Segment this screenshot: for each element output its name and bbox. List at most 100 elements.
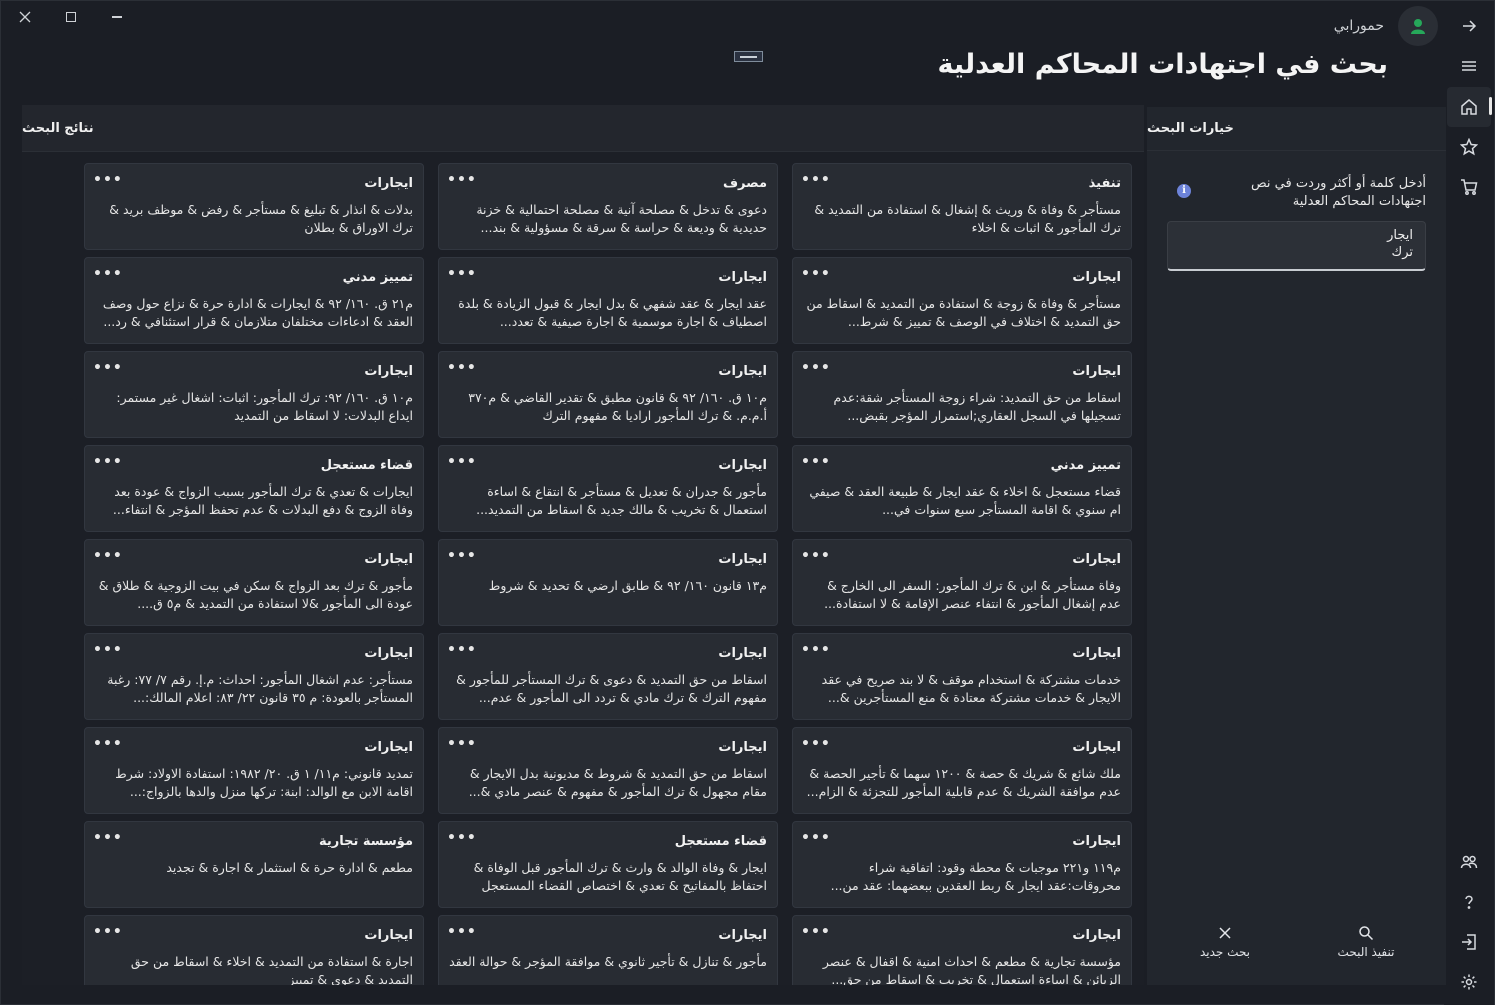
- result-card-summary: اجارة & استفادة من التمديد & اخلاء & اسق…: [130, 954, 413, 985]
- result-card[interactable]: ••• ايجارات م١٠ ق. ١٦٠/ ٩٢: ترك المأجور: ا…: [84, 351, 424, 438]
- cart-icon[interactable]: [1444, 167, 1494, 207]
- back-arrow-icon[interactable]: [1444, 6, 1494, 46]
- star-icon[interactable]: [1444, 127, 1494, 167]
- more-options-icon[interactable]: •••: [447, 924, 477, 940]
- more-options-icon[interactable]: •••: [93, 360, 123, 376]
- more-options-icon[interactable]: •••: [801, 642, 831, 658]
- result-card[interactable]: ••• قضاء مستعجل ايجار & وفاة الوالد & وارث…: [438, 821, 778, 908]
- search-help-text: أدخل كلمة أو أكثر وردت في نص اجتهادات ال…: [1250, 176, 1426, 209]
- home-icon[interactable]: [1447, 87, 1492, 127]
- close-icon[interactable]: [13, 7, 37, 27]
- result-card[interactable]: ••• ايجارات م١١٩ و٢٢١ موجبات & محطة وقود: …: [792, 821, 1132, 908]
- more-options-icon[interactable]: •••: [447, 266, 477, 282]
- result-card[interactable]: ••• ايجارات مأجور & تنازل & تأجير ثانوي & …: [438, 915, 778, 985]
- settings-icon[interactable]: [1444, 962, 1494, 1002]
- result-card[interactable]: ••• ايجارات مؤسسة تجارية & مطعم & احداث ام…: [792, 915, 1132, 985]
- execute-search-label: تنفيذ البحث: [1337, 945, 1395, 959]
- more-options-icon[interactable]: •••: [447, 642, 477, 658]
- result-card[interactable]: ••• ايجارات عقد ايجار & عقد شفهي & بدل ايج…: [438, 257, 778, 344]
- result-card-title: قضاء مستعجل: [674, 834, 767, 849]
- menu-icon[interactable]: [1444, 46, 1494, 86]
- result-card[interactable]: ••• ايجارات اسقاط من حق التمديد & دعوى & ت…: [438, 633, 778, 720]
- maximize-icon[interactable]: [59, 7, 83, 27]
- new-search-button[interactable]: بحث جديد: [1165, 925, 1285, 959]
- result-card[interactable]: ••• ايجارات اسقاط من حق التمديد: شراء زوجة…: [792, 351, 1132, 438]
- more-options-icon[interactable]: •••: [447, 172, 477, 188]
- result-card[interactable]: ••• ايجارات مستأجر & وفاة & زوجة & استفادة…: [792, 257, 1132, 344]
- result-card[interactable]: ••• ايجارات وفاة مستأجر & ابن & ترك المأجو…: [792, 539, 1132, 626]
- result-card-title: ايجارات: [364, 646, 413, 661]
- more-options-icon[interactable]: •••: [801, 360, 831, 376]
- more-options-icon[interactable]: •••: [801, 266, 831, 282]
- result-card[interactable]: ••• ايجارات اسقاط من حق التمديد & شروط & م…: [438, 727, 778, 814]
- more-options-icon[interactable]: •••: [93, 924, 123, 940]
- more-options-icon[interactable]: •••: [801, 924, 831, 940]
- result-card[interactable]: ••• ايجارات ملك شائع & شريك & حصة & ١٢٠٠ س…: [792, 727, 1132, 814]
- result-card[interactable]: ••• ايجارات م١٠ ق. ١٦٠/ ٩٢ & قانون مطبق & …: [438, 351, 778, 438]
- result-card-title: ايجارات: [718, 270, 767, 285]
- result-card-summary: عقد ايجار & عقد شفهي & بدل ايجار & قبول …: [458, 296, 767, 329]
- result-card-summary: اسقاط من حق التمديد: شراء زوجة المستأجر …: [833, 390, 1121, 423]
- more-options-icon[interactable]: •••: [93, 736, 123, 752]
- result-card-title: ايجارات: [364, 176, 413, 191]
- more-options-icon[interactable]: •••: [93, 454, 123, 470]
- more-options-icon[interactable]: •••: [801, 172, 831, 188]
- result-card[interactable]: ••• ايجارات مأجور & جدران & تعديل & مستأجر…: [438, 445, 778, 532]
- result-card-title: ايجارات: [718, 740, 767, 755]
- more-options-icon[interactable]: •••: [447, 454, 477, 470]
- minimize-icon[interactable]: [105, 7, 129, 27]
- more-options-icon[interactable]: •••: [447, 548, 477, 564]
- help-icon[interactable]: [1444, 882, 1494, 922]
- results-grid: ••• تنفيذ مستأجر & وفاة & وريث & إشغال & ا…: [74, 163, 1132, 985]
- result-card-title: مؤسسة تجارية: [318, 834, 413, 849]
- people-icon[interactable]: [1444, 842, 1494, 882]
- result-card-summary: م١٠ ق. ١٦٠/ ٩٢: ترك المأجور: اثبات: اشغا…: [116, 390, 413, 423]
- result-card-summary: اسقاط من حق التمديد & دعوى & ترك المستأج…: [456, 672, 767, 705]
- logout-icon[interactable]: [1444, 922, 1494, 962]
- more-options-icon[interactable]: •••: [801, 736, 831, 752]
- result-card-title: تمييز مدني: [1050, 458, 1121, 473]
- result-card-title: ايجارات: [718, 458, 767, 473]
- more-options-icon[interactable]: •••: [801, 548, 831, 564]
- result-card-title: ايجارات: [718, 646, 767, 661]
- more-options-icon[interactable]: •••: [93, 266, 123, 282]
- more-options-icon[interactable]: •••: [447, 736, 477, 752]
- result-card-title: ايجارات: [1072, 646, 1121, 661]
- result-card[interactable]: ••• ايجارات اجارة & استفادة من التمديد & ا…: [84, 915, 424, 985]
- more-options-icon[interactable]: •••: [447, 830, 477, 846]
- result-card[interactable]: ••• ايجارات م١٣ قانون ١٦٠/ ٩٢ & طابق ارضي …: [438, 539, 778, 626]
- user-icon: [1411, 19, 1425, 34]
- result-card-title: قضاء مستعجل: [320, 458, 413, 473]
- result-card[interactable]: ••• تنفيذ مستأجر & وفاة & وريث & إشغال & ا…: [792, 163, 1132, 250]
- result-card[interactable]: ••• تمييز مدني م٢١ ق. ١٦٠/ ٩٢ & ايجارات & …: [84, 257, 424, 344]
- result-card[interactable]: ••• قضاء مستعجل ايجارات & تعدي & ترك المأج…: [84, 445, 424, 532]
- drag-handle-icon[interactable]: [734, 51, 763, 62]
- result-card-summary: م١٠ ق. ١٦٠/ ٩٢ & قانون مطبق & تقدير القا…: [468, 390, 767, 423]
- result-card[interactable]: ••• ايجارات بدلات & انذار & تبليغ & مستأجر…: [84, 163, 424, 250]
- user-name: حمورابي: [1333, 18, 1384, 34]
- result-card-summary: م١١٩ و٢٢١ موجبات & محطة وقود: اتفاقية شر…: [830, 860, 1121, 893]
- result-card[interactable]: ••• ايجارات مستأجر: عدم اشغال المأجور: احد…: [84, 633, 424, 720]
- more-options-icon[interactable]: •••: [93, 172, 123, 188]
- execute-search-button[interactable]: تنفيذ البحث: [1306, 925, 1426, 959]
- result-card-title: ايجارات: [718, 552, 767, 567]
- info-icon[interactable]: i: [1177, 184, 1191, 198]
- result-card[interactable]: ••• مؤسسة تجارية مطعم & ادارة حرة & استثما…: [84, 821, 424, 908]
- result-card[interactable]: ••• ايجارات خدمات مشتركة & استخدام موقف & …: [792, 633, 1132, 720]
- result-card[interactable]: ••• تمييز مدني قضاء مستعجل & اخلاء & عقد ا…: [792, 445, 1132, 532]
- more-options-icon[interactable]: •••: [447, 360, 477, 376]
- result-card-summary: مأجور & جدران & تعديل & مستأجر & انتقاع …: [476, 484, 767, 517]
- result-card[interactable]: ••• مصرف دعوى & تدخل & مصلحة آنية & مصلحة …: [438, 163, 778, 250]
- more-options-icon[interactable]: •••: [93, 830, 123, 846]
- more-options-icon[interactable]: •••: [93, 548, 123, 564]
- result-card-title: ايجارات: [364, 364, 413, 379]
- more-options-icon[interactable]: •••: [93, 642, 123, 658]
- more-options-icon[interactable]: •••: [801, 830, 831, 846]
- result-card[interactable]: ••• ايجارات مأجور & ترك بعد الزواج & سكن ف…: [84, 539, 424, 626]
- avatar[interactable]: [1398, 6, 1438, 46]
- search-options-panel: خيارات البحث أدخل كلمة أو أكثر وردت في ن…: [1147, 107, 1446, 985]
- keywords-input[interactable]: ايجار ترك: [1167, 221, 1426, 271]
- result-card-summary: بدلات & انذار & تبليغ & مستأجر & رفض & م…: [109, 202, 413, 235]
- result-card[interactable]: ••• ايجارات تمديد قانوني: م١١/ ١ ق. ٢٠/ ١٩…: [84, 727, 424, 814]
- more-options-icon[interactable]: •••: [801, 454, 831, 470]
